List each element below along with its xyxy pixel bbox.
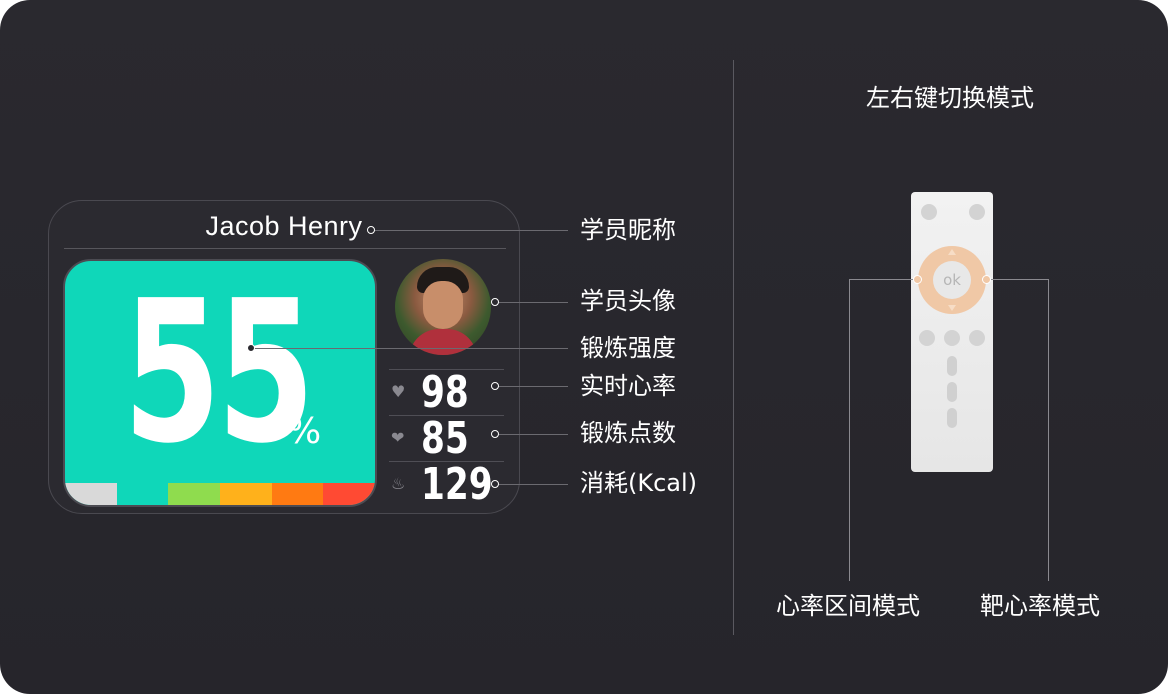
marker-nickname [367, 226, 375, 234]
member-name: Jacob Henry [205, 211, 363, 241]
stat-points: ❤ 85 [389, 413, 504, 464]
marker-left-key [913, 275, 922, 284]
label-zone-mode: 心率区间模式 [776, 592, 920, 620]
remote-button-1[interactable] [919, 330, 935, 346]
member-card[interactable]: Jacob Henry 55 % ♥ 98 ❤ 85 ♨ 129 [48, 200, 520, 514]
slide-frame: Jacob Henry 55 % ♥ 98 ❤ 85 ♨ 129 学员昵称 学员… [0, 0, 1168, 694]
intensity-value: 55 [123, 259, 315, 487]
zone-segment-4 [219, 483, 272, 505]
lead-left-key-v [849, 279, 850, 581]
intensity-panel: 55 % [63, 259, 377, 507]
stat-calories: ♨ 129 [389, 459, 504, 510]
remote-button-3[interactable] [969, 330, 985, 346]
label-calories: 消耗(Kcal) [580, 469, 698, 497]
zone-segment-2 [116, 483, 169, 505]
dpad-up-arrow-icon[interactable] [948, 249, 956, 255]
intensity-unit: % [287, 411, 322, 452]
lead-nickname [372, 230, 568, 231]
avatar [395, 259, 491, 355]
label-heart-rate: 实时心率 [580, 372, 676, 400]
label-intensity: 锻炼强度 [580, 334, 676, 362]
stat-heart-rate: ♥ 98 [389, 367, 504, 418]
remote-control: ok [911, 192, 993, 472]
name-divider [64, 248, 506, 249]
dpad-down-arrow-icon[interactable] [948, 305, 956, 311]
zone-bar [65, 483, 375, 505]
points-icon: ❤ [391, 428, 405, 447]
zone-segment-6 [323, 483, 375, 505]
flame-icon: ♨ [391, 474, 406, 493]
marker-calories [491, 480, 499, 488]
points-value: 85 [421, 413, 469, 464]
marker-intensity [247, 344, 255, 352]
lead-points [496, 434, 568, 435]
label-points: 锻炼点数 [580, 419, 676, 447]
zone-segment-3 [168, 483, 220, 505]
remote-title: 左右键切换模式 [866, 84, 1034, 112]
remote-pill-button-1[interactable] [947, 356, 957, 376]
lead-intensity [252, 348, 568, 349]
zone-segment-5 [271, 483, 324, 505]
label-nickname: 学员昵称 [580, 216, 676, 244]
heart-icon: ♥ [391, 382, 406, 401]
remote-pill-button-3[interactable] [947, 408, 957, 428]
marker-heart-rate [491, 382, 499, 390]
lead-left-key-h [849, 279, 913, 280]
zone-segment-1 [65, 483, 117, 505]
lead-calories [496, 484, 568, 485]
vertical-divider [733, 60, 734, 635]
remote-top-right-button[interactable] [969, 204, 985, 220]
lead-heart-rate [496, 386, 568, 387]
label-avatar: 学员头像 [580, 287, 676, 315]
lead-right-key-h [991, 279, 1048, 280]
remote-pill-button-2[interactable] [947, 382, 957, 402]
calories-value: 129 [421, 459, 493, 510]
remote-ok-button[interactable]: ok [933, 261, 971, 299]
marker-points [491, 430, 499, 438]
remote-button-2[interactable] [944, 330, 960, 346]
label-target-mode: 靶心率模式 [980, 592, 1100, 620]
remote-top-left-button[interactable] [921, 204, 937, 220]
lead-right-key-v [1048, 279, 1049, 581]
heart-rate-value: 98 [421, 367, 469, 418]
lead-avatar [496, 302, 568, 303]
marker-avatar [491, 298, 499, 306]
marker-right-key [982, 275, 991, 284]
